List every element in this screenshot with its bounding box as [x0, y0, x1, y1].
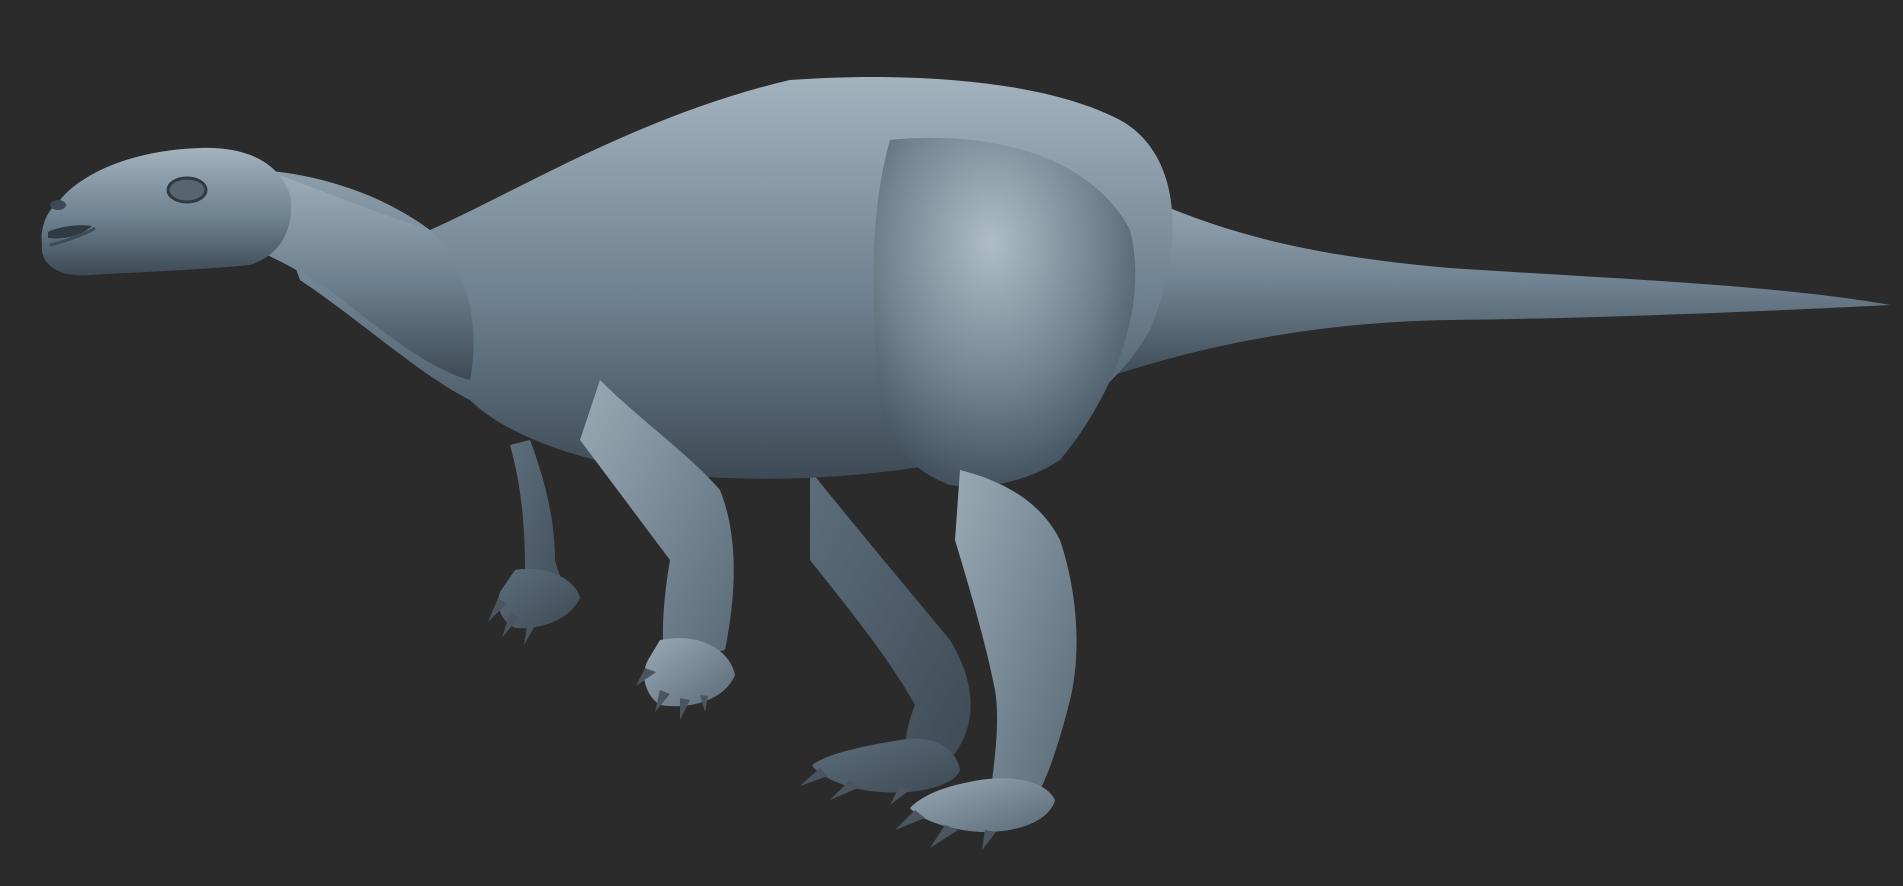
sculpt-viewport[interactable] [0, 0, 1903, 886]
viewport-canvas [0, 0, 1903, 886]
